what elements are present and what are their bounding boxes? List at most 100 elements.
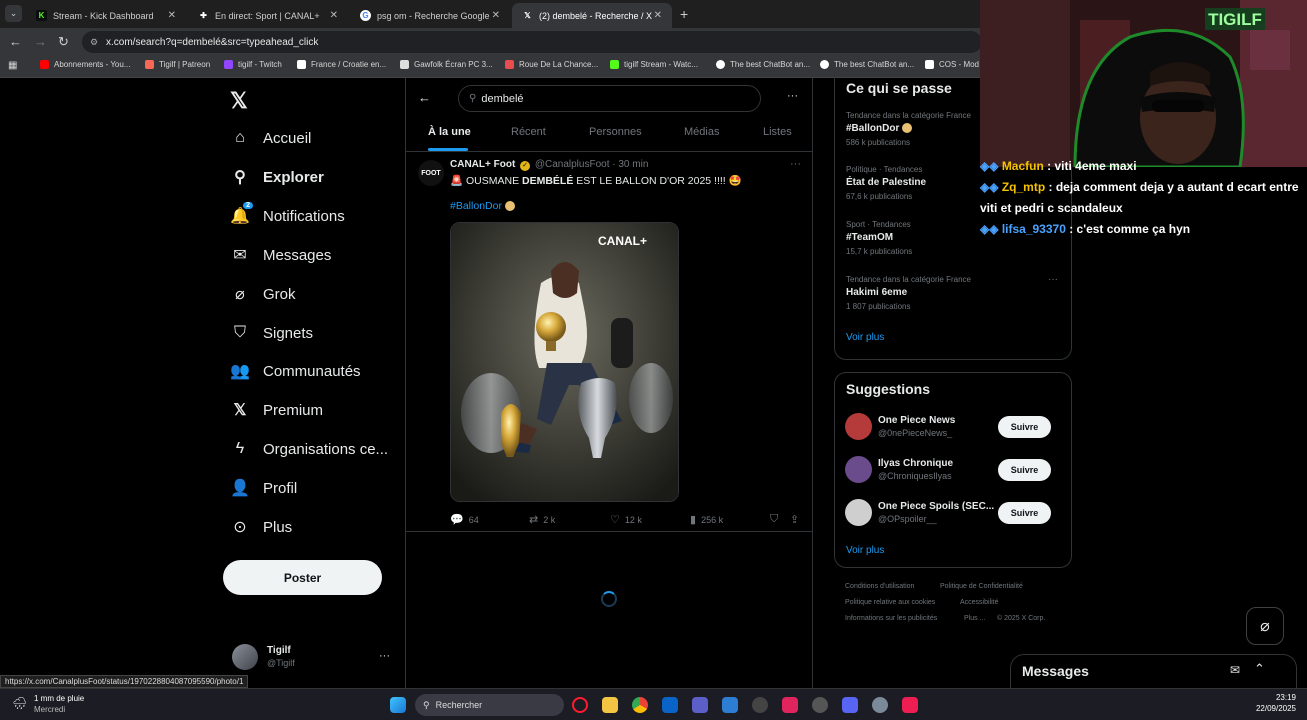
footer-link[interactable]: Informations sur les publicités: [845, 615, 937, 622]
teams-icon[interactable]: [692, 697, 708, 713]
settings-gear-icon[interactable]: [872, 697, 888, 713]
messages-dock[interactable]: Messages ✉ ⌃: [1010, 654, 1297, 688]
footer-link[interactable]: Accessibilité: [960, 599, 999, 606]
footer-link[interactable]: Plus ...: [964, 615, 985, 622]
grok-floating-button[interactable]: ⌀: [1246, 607, 1284, 645]
share-button[interactable]: ⇪: [790, 513, 804, 526]
tab-lists[interactable]: Listes: [763, 126, 792, 138]
avatar: [845, 456, 872, 483]
file-explorer-icon[interactable]: [602, 697, 618, 713]
tweet-media-image[interactable]: CANAL+: [450, 222, 679, 502]
bookmark-button[interactable]: ⛉: [770, 513, 783, 526]
back-arrow-icon[interactable]: ←: [9, 34, 22, 49]
back-arrow-icon[interactable]: ←: [418, 90, 431, 105]
sidebar-item-bookmarks[interactable]: ⛉ Signets: [230, 321, 313, 345]
bookmark-item[interactable]: Abonnements - You...: [40, 60, 131, 69]
tweet-more-icon[interactable]: ···: [790, 158, 801, 170]
browser-tab[interactable]: K Stream - Kick Dashboard ✕: [26, 3, 186, 28]
trend-more-icon[interactable]: ···: [1048, 274, 1058, 285]
follow-button[interactable]: Suivre: [998, 501, 1051, 524]
suggestion-item[interactable]: One Piece Spoils (SEC... @OPspoiler__ Sui…: [845, 499, 1061, 526]
follow-button[interactable]: Suivre: [998, 415, 1051, 438]
like-button[interactable]: ♡ 12 k: [610, 513, 642, 526]
sidebar-item-organizations[interactable]: ϟ Organisations ce...: [230, 437, 388, 461]
bookmark-item[interactable]: Tigilf | Patreon: [145, 60, 210, 69]
outlook-icon[interactable]: [662, 697, 678, 713]
close-icon[interactable]: ✕: [654, 10, 662, 21]
bookmark-item[interactable]: Roue De La Chance...: [505, 60, 598, 69]
tweet-avatar[interactable]: FOOT: [418, 160, 444, 186]
bookmark-item[interactable]: France / Croatie en...: [297, 60, 386, 69]
browser-tab-active[interactable]: 𝕏 (2) dembelé - Recherche / X ✕: [512, 3, 672, 28]
sidebar-item-explore[interactable]: ⚲ Explorer: [230, 165, 324, 189]
sidebar-item-communities[interactable]: 👥 Communautés: [230, 359, 361, 383]
weather-widget[interactable]: 🌧 1 mm de pluie Mercredi: [12, 692, 112, 718]
account-switcher[interactable]: Tigilf @Tigilf ···: [232, 644, 392, 674]
sidebar-item-more[interactable]: ⊙ Plus: [230, 515, 292, 539]
new-message-icon[interactable]: ✉: [1230, 663, 1240, 677]
footer-link[interactable]: Conditions d'utilisation: [845, 583, 914, 590]
app-icon[interactable]: [752, 697, 768, 713]
tweet-author[interactable]: CANAL+ Foot: [450, 159, 515, 170]
close-icon[interactable]: ✕: [330, 10, 338, 21]
close-icon[interactable]: ✕: [492, 10, 500, 21]
browser-tab[interactable]: ✚ En direct: Sport | CANAL+ ✕: [188, 3, 348, 28]
tweet-handle[interactable]: @CanalplusFoot: [535, 159, 610, 170]
tweet[interactable]: FOOT CANAL+ Foot ✓ @CanalplusFoot · 30 m…: [406, 152, 812, 532]
tweet-hashtag[interactable]: #BallonDor: [450, 200, 515, 212]
bookmark-item[interactable]: Gawfolk Écran PC 3...: [400, 60, 493, 69]
tab-people[interactable]: Personnes: [589, 126, 642, 138]
sidebar-item-messages[interactable]: ✉ Messages: [230, 243, 331, 267]
reply-button[interactable]: 💬 64: [450, 513, 479, 526]
opera-icon[interactable]: [572, 697, 588, 713]
search-input[interactable]: ⚲ dembelé: [458, 85, 761, 112]
bookmark-item[interactable]: COS - Mod: [925, 60, 979, 69]
views-button[interactable]: ▮ 256 k: [690, 513, 723, 526]
chrome-icon[interactable]: [632, 697, 648, 713]
footer-link[interactable]: Politique relative aux cookies: [845, 599, 935, 606]
tiktok-icon[interactable]: [902, 697, 918, 713]
repost-button[interactable]: ⇄ 2 k: [529, 513, 555, 526]
trend-item[interactable]: Tendance dans la catégorie France Hakimi…: [846, 275, 1066, 311]
sidebar-item-home[interactable]: ⌂ Accueil: [230, 126, 311, 150]
bookmark-item[interactable]: tigilf Stream - Watc...: [610, 60, 698, 69]
streamer-camera-feed: TIGILF: [980, 0, 1307, 167]
app-icon[interactable]: [812, 697, 828, 713]
tab-media[interactable]: Médias: [684, 126, 719, 138]
search-more-icon[interactable]: ···: [787, 90, 798, 102]
reload-icon[interactable]: ↻: [58, 34, 69, 50]
new-tab-icon[interactable]: +: [680, 6, 688, 22]
site-info-icon[interactable]: ⚙: [90, 37, 98, 48]
browser-tab[interactable]: G psg om - Recherche Google ✕: [350, 3, 510, 28]
show-more-link[interactable]: Voir plus: [846, 545, 884, 556]
taskbar-search-input[interactable]: ⚲ Rechercher: [415, 694, 564, 716]
sidebar-item-grok[interactable]: ⌀ Grok: [230, 282, 295, 306]
suggestion-item[interactable]: One Piece News @0nePieceNews_ Suivre: [845, 413, 1061, 440]
sidebar-item-notifications[interactable]: 🔔 2 Notifications: [230, 202, 345, 228]
post-button[interactable]: Poster: [223, 560, 382, 595]
apps-grid-icon[interactable]: ▦: [8, 60, 17, 71]
forward-arrow-icon[interactable]: →: [34, 34, 47, 49]
suggestion-item[interactable]: Ilyas Chronique @ChroniquesIlyas Suivre: [845, 456, 1061, 483]
close-icon[interactable]: ✕: [168, 10, 176, 21]
follow-button[interactable]: Suivre: [998, 458, 1051, 481]
bookmark-item[interactable]: The best ChatBot an...: [820, 60, 914, 69]
account-more-icon[interactable]: ···: [379, 650, 390, 662]
sidebar-item-profile[interactable]: 👤 Profil: [230, 476, 297, 500]
url-input[interactable]: ⚙ x.com/search?q=dembelé&src=typeahead_c…: [82, 31, 982, 53]
bookmark-item[interactable]: The best ChatBot an...: [716, 60, 810, 69]
show-more-link[interactable]: Voir plus: [846, 332, 884, 343]
windows-start-icon[interactable]: [390, 697, 406, 713]
tab-recent[interactable]: Récent: [511, 126, 546, 138]
sidebar-item-premium[interactable]: 𝕏 Premium: [230, 398, 323, 422]
clock[interactable]: 23:19 22/09/2025: [1240, 693, 1296, 713]
chevron-up-icon[interactable]: ⌃: [1254, 661, 1265, 677]
tab-search-button[interactable]: ⌄: [5, 5, 22, 22]
app-icon[interactable]: [722, 697, 738, 713]
discord-icon[interactable]: [842, 697, 858, 713]
tab-top[interactable]: À la une: [428, 126, 471, 138]
bookmark-item[interactable]: tigilf - Twitch: [224, 60, 282, 69]
footer-link[interactable]: Politique de Confidentialité: [940, 583, 1023, 590]
app-icon[interactable]: [782, 697, 798, 713]
x-logo-icon[interactable]: 𝕏: [230, 88, 248, 114]
